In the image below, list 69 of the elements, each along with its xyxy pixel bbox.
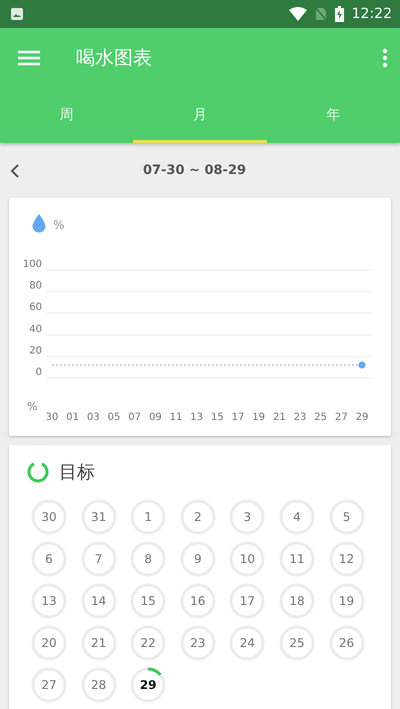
x-tick-label: 25 xyxy=(314,412,328,423)
day-ring[interactable]: 23 xyxy=(180,625,216,661)
x-tick-label: 17 xyxy=(232,412,244,423)
day-ring[interactable]: 20 xyxy=(31,625,67,661)
day-ring[interactable]: 29 xyxy=(130,667,166,703)
day-ring[interactable]: 30 xyxy=(31,499,67,535)
day-ring[interactable]: 5 xyxy=(328,499,365,535)
status-time: 12:22 xyxy=(352,6,392,22)
wifi-icon xyxy=(288,7,307,21)
current-point xyxy=(358,362,366,369)
x-tick-label: 01 xyxy=(66,412,80,423)
y-tick-label: 60 xyxy=(29,302,42,314)
day-ring[interactable]: 26 xyxy=(328,625,365,661)
no-sim-icon xyxy=(314,7,327,21)
day-ring[interactable]: 31 xyxy=(80,499,117,535)
x-tick-label: 29 xyxy=(356,412,368,423)
y-tick-label: 80 xyxy=(29,280,42,292)
day-ring[interactable]: 25 xyxy=(278,625,315,661)
day-ring[interactable]: 28 xyxy=(80,667,117,703)
y-tick-label: 100 xyxy=(22,259,42,270)
day-ring[interactable]: 6 xyxy=(31,541,67,577)
x-tick-label: 15 xyxy=(210,412,224,423)
day-ring[interactable]: 10 xyxy=(229,541,266,577)
day-ring[interactable]: 24 xyxy=(229,625,266,661)
legend-label: % xyxy=(53,218,64,232)
menu-icon[interactable] xyxy=(18,50,40,66)
day-ring[interactable]: 9 xyxy=(180,541,216,577)
day-ring[interactable]: 8 xyxy=(130,541,166,577)
day-ring[interactable]: 1 xyxy=(130,499,166,535)
day-ring[interactable]: 14 xyxy=(80,583,117,619)
date-range: 07-30 ~ 08-29 xyxy=(142,163,248,178)
x-tick-label: 27 xyxy=(334,412,348,423)
day-ring[interactable]: 21 xyxy=(80,625,117,661)
goal-title: 目标 xyxy=(59,461,95,484)
day-ring[interactable]: 15 xyxy=(130,583,166,619)
y-tick-label: 20 xyxy=(29,345,42,356)
day-ring[interactable]: 18 xyxy=(278,583,315,619)
y-tick-label: 0 xyxy=(36,367,42,378)
day-ring[interactable]: 3 xyxy=(229,499,266,535)
day-ring[interactable]: 13 xyxy=(31,583,67,619)
y-axis-label: % xyxy=(27,400,38,413)
x-tick-label: 03 xyxy=(86,412,100,423)
day-ring[interactable]: 19 xyxy=(328,583,365,619)
y-tick-label: 40 xyxy=(29,324,42,335)
back-chevron-icon[interactable] xyxy=(10,164,19,178)
x-tick-label: 23 xyxy=(294,412,306,423)
day-ring[interactable]: 4 xyxy=(278,499,315,535)
x-tick-label: 19 xyxy=(252,412,266,423)
x-tick-label: 07 xyxy=(128,412,142,423)
day-ring[interactable]: 11 xyxy=(278,541,315,577)
x-tick-label: 21 xyxy=(272,412,286,423)
x-tick-label: 30 xyxy=(46,412,58,423)
image-notification-icon xyxy=(10,7,24,21)
day-ring[interactable]: 7 xyxy=(80,541,117,577)
day-ring[interactable]: 17 xyxy=(229,583,266,619)
x-tick-label: 05 xyxy=(108,412,120,423)
more-options-icon[interactable] xyxy=(382,48,388,68)
day-ring[interactable]: 12 xyxy=(328,541,365,577)
battery-charging-icon xyxy=(334,6,344,22)
day-ring[interactable]: 16 xyxy=(180,583,216,619)
water-drop-icon xyxy=(32,214,46,232)
day-ring[interactable]: 27 xyxy=(31,667,67,703)
app-title: 喝水图表 xyxy=(76,46,152,71)
x-tick-label: 09 xyxy=(148,412,162,423)
x-tick-label: 11 xyxy=(170,412,182,423)
day-ring[interactable]: 2 xyxy=(180,499,216,535)
x-tick-label: 13 xyxy=(190,412,204,423)
day-ring[interactable]: 22 xyxy=(130,625,166,661)
progress-ring-icon xyxy=(27,461,49,483)
